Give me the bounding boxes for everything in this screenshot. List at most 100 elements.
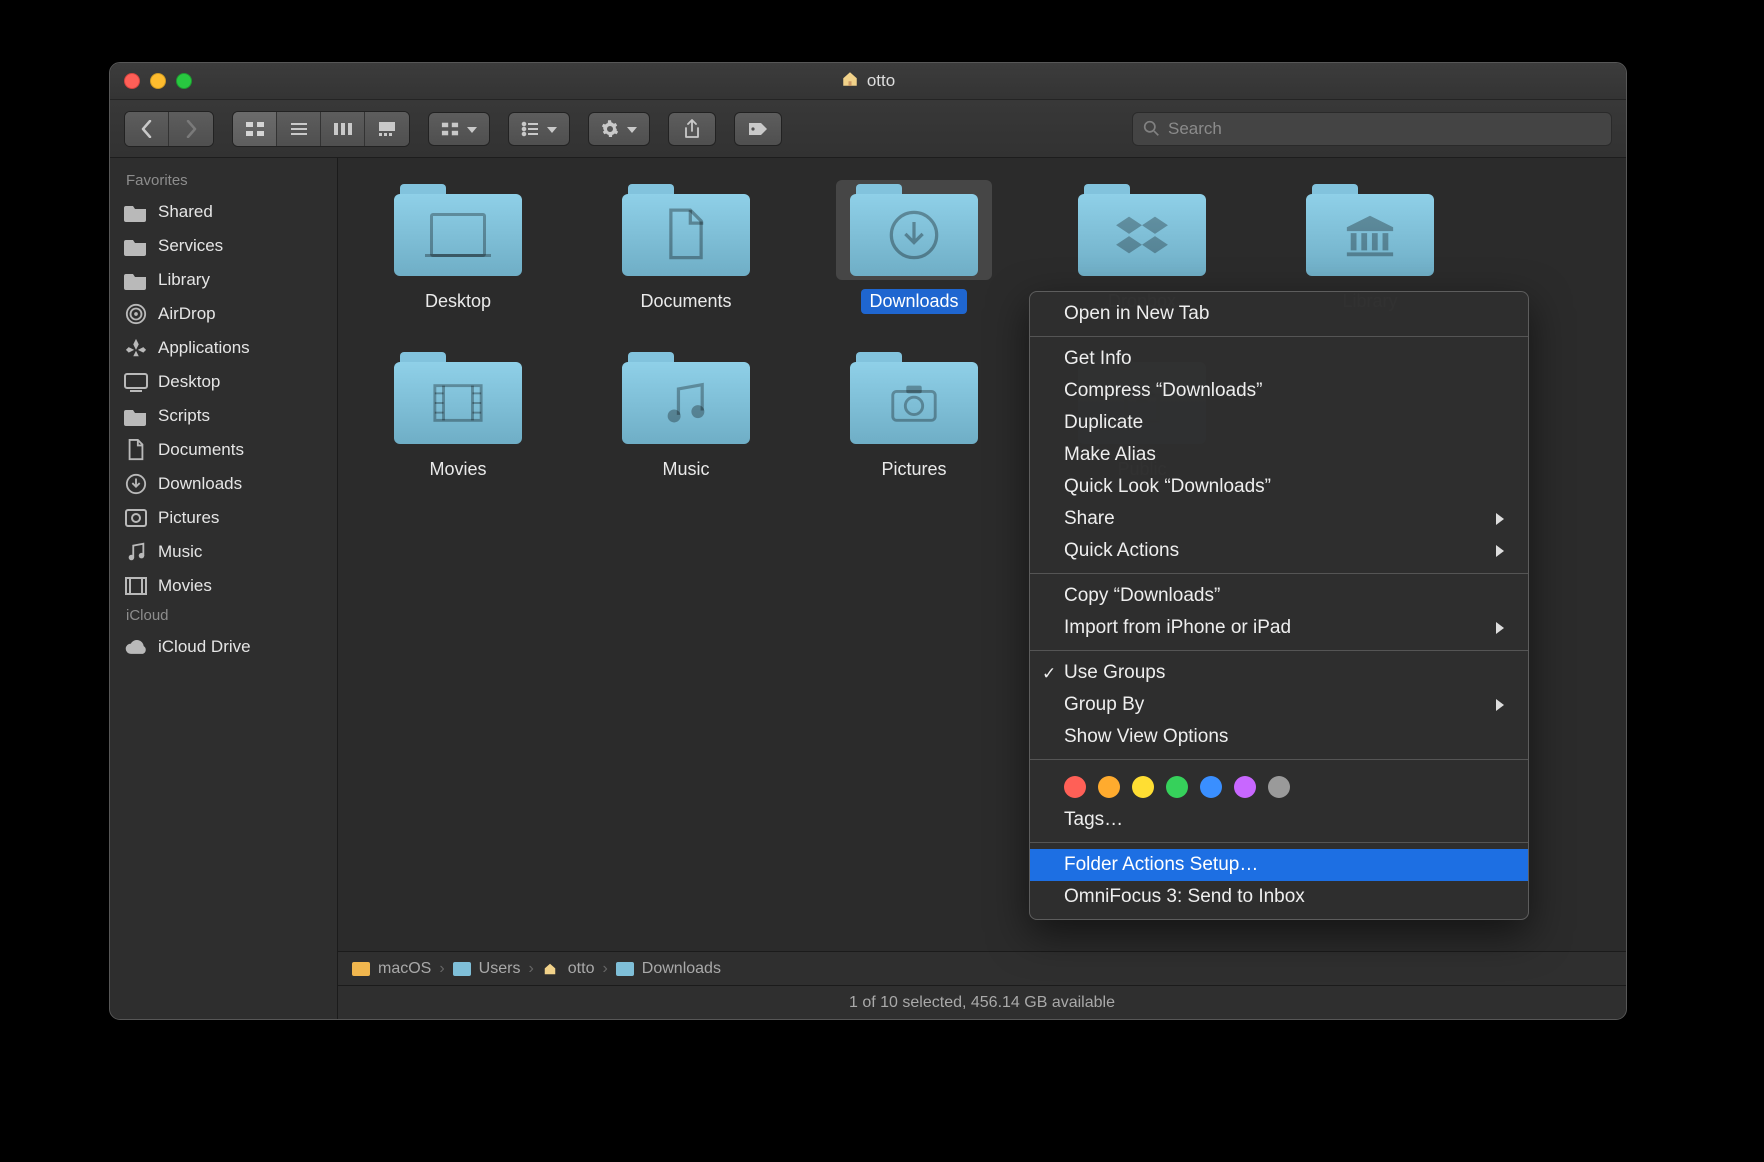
search-field[interactable]: Search bbox=[1132, 112, 1612, 146]
menu-item-label: Compress “Downloads” bbox=[1064, 380, 1263, 402]
folder-label: Documents bbox=[632, 289, 739, 314]
menu-item[interactable]: Show View Options bbox=[1030, 721, 1528, 753]
search-icon bbox=[1143, 120, 1160, 137]
folder-icon bbox=[453, 962, 471, 976]
sidebar-item-label: AirDrop bbox=[158, 304, 216, 324]
folder-icon bbox=[124, 201, 148, 223]
sidebar-item-label: iCloud Drive bbox=[158, 637, 251, 657]
group-button[interactable] bbox=[428, 112, 490, 146]
action-button[interactable] bbox=[588, 112, 650, 146]
menu-item[interactable]: Import from iPhone or iPad bbox=[1030, 612, 1528, 644]
menu-item[interactable]: Quick Look “Downloads” bbox=[1030, 471, 1528, 503]
folder-label: Pictures bbox=[873, 457, 954, 482]
list-view-button[interactable] bbox=[277, 112, 321, 146]
close-window-button[interactable] bbox=[124, 73, 140, 89]
sidebar-item-label: Movies bbox=[158, 576, 212, 596]
sidebar-item-label: Downloads bbox=[158, 474, 242, 494]
context-menu: Open in New Tab Get Info Compress “Downloa… bbox=[1029, 291, 1529, 920]
menu-item-label: Tags… bbox=[1064, 809, 1123, 831]
toolbar: Search bbox=[110, 100, 1626, 158]
folder-icon bbox=[836, 180, 992, 280]
menu-item[interactable]: Quick Actions bbox=[1030, 535, 1528, 567]
tag-blue[interactable] bbox=[1200, 776, 1222, 798]
tags-button[interactable] bbox=[734, 112, 782, 146]
chevron-down-icon bbox=[627, 127, 637, 133]
menu-separator bbox=[1030, 336, 1528, 337]
sidebar-item-icloud-drive[interactable]: iCloud Drive bbox=[110, 630, 337, 664]
disk-icon bbox=[352, 962, 370, 976]
doc-icon bbox=[124, 439, 148, 461]
chevron-right-icon bbox=[1496, 545, 1504, 557]
sidebar-item-applications[interactable]: Applications bbox=[110, 331, 337, 365]
menu-separator bbox=[1030, 842, 1528, 843]
tag-green[interactable] bbox=[1166, 776, 1188, 798]
zoom-window-button[interactable] bbox=[176, 73, 192, 89]
sidebar-item-shared[interactable]: Shared bbox=[110, 195, 337, 229]
gallery-view-button[interactable] bbox=[365, 112, 409, 146]
window-title: otto bbox=[841, 70, 895, 93]
menu-item-label: Show View Options bbox=[1064, 726, 1228, 748]
airdrop-icon bbox=[124, 303, 148, 325]
folder-item-movies[interactable]: Movies bbox=[368, 348, 548, 482]
folder-item-documents[interactable]: Documents bbox=[596, 180, 776, 314]
share-button[interactable] bbox=[668, 112, 716, 146]
sidebar-item-scripts[interactable]: Scripts bbox=[110, 399, 337, 433]
sidebar-item-label: Library bbox=[158, 270, 210, 290]
tag-purple[interactable] bbox=[1234, 776, 1256, 798]
menu-item[interactable]: Make Alias bbox=[1030, 439, 1528, 471]
path-bar: macOS›Users›otto›Downloads bbox=[338, 951, 1626, 985]
folder-icon bbox=[836, 348, 992, 448]
sidebar-section-header: iCloud bbox=[110, 603, 337, 630]
music-icon bbox=[124, 541, 148, 563]
sidebar-item-music[interactable]: Music bbox=[110, 535, 337, 569]
arrange-button[interactable] bbox=[508, 112, 570, 146]
menu-item[interactable]: Tags… bbox=[1030, 804, 1528, 836]
sidebar-item-documents[interactable]: Documents bbox=[110, 433, 337, 467]
folder-label: Movies bbox=[421, 457, 494, 482]
menu-item[interactable]: OmniFocus 3: Send to Inbox bbox=[1030, 881, 1528, 913]
menu-item[interactable]: Copy “Downloads” bbox=[1030, 580, 1528, 612]
menu-item-label: Get Info bbox=[1064, 348, 1132, 370]
forward-button[interactable] bbox=[169, 112, 213, 146]
folder-item-desktop[interactable]: Desktop bbox=[368, 180, 548, 314]
menu-item[interactable]: Compress “Downloads” bbox=[1030, 375, 1528, 407]
column-view-button[interactable] bbox=[321, 112, 365, 146]
folder-item-downloads[interactable]: Downloads bbox=[824, 180, 1004, 314]
tag-orange[interactable] bbox=[1098, 776, 1120, 798]
folder-item-music[interactable]: Music bbox=[596, 348, 776, 482]
sidebar-item-services[interactable]: Services bbox=[110, 229, 337, 263]
icon-view-button[interactable] bbox=[233, 112, 277, 146]
tag-red[interactable] bbox=[1064, 776, 1086, 798]
traffic-lights bbox=[124, 73, 192, 89]
tag-gray[interactable] bbox=[1268, 776, 1290, 798]
sidebar-item-desktop[interactable]: Desktop bbox=[110, 365, 337, 399]
path-segment-downloads[interactable]: Downloads bbox=[616, 960, 721, 978]
status-bar: 1 of 10 selected, 456.14 GB available bbox=[338, 985, 1626, 1019]
chevron-down-icon bbox=[467, 127, 477, 133]
sidebar-item-downloads[interactable]: Downloads bbox=[110, 467, 337, 501]
downloads-icon bbox=[124, 473, 148, 495]
path-segment-otto[interactable]: otto bbox=[542, 960, 595, 978]
back-button[interactable] bbox=[125, 112, 169, 146]
folder-label: Music bbox=[654, 457, 717, 482]
menu-item-label: Duplicate bbox=[1064, 412, 1143, 434]
menu-item[interactable]: Get Info bbox=[1030, 343, 1528, 375]
path-segment-users[interactable]: Users bbox=[453, 960, 521, 978]
menu-item[interactable]: Duplicate bbox=[1030, 407, 1528, 439]
folder-icon bbox=[380, 180, 536, 280]
nav-buttons bbox=[124, 111, 214, 147]
menu-item[interactable]: Share bbox=[1030, 503, 1528, 535]
tag-yellow[interactable] bbox=[1132, 776, 1154, 798]
sidebar-item-airdrop[interactable]: AirDrop bbox=[110, 297, 337, 331]
menu-item[interactable]: Use Groups✓ bbox=[1030, 657, 1528, 689]
menu-item[interactable]: Group By bbox=[1030, 689, 1528, 721]
minimize-window-button[interactable] bbox=[150, 73, 166, 89]
sidebar-item-movies[interactable]: Movies bbox=[110, 569, 337, 603]
sidebar-item-label: Music bbox=[158, 542, 202, 562]
sidebar-item-pictures[interactable]: Pictures bbox=[110, 501, 337, 535]
menu-item[interactable]: Open in New Tab bbox=[1030, 298, 1528, 330]
menu-item[interactable]: Folder Actions Setup… bbox=[1030, 849, 1528, 881]
folder-item-pictures[interactable]: Pictures bbox=[824, 348, 1004, 482]
path-segment-macos[interactable]: macOS bbox=[352, 960, 431, 978]
sidebar-item-library[interactable]: Library bbox=[110, 263, 337, 297]
